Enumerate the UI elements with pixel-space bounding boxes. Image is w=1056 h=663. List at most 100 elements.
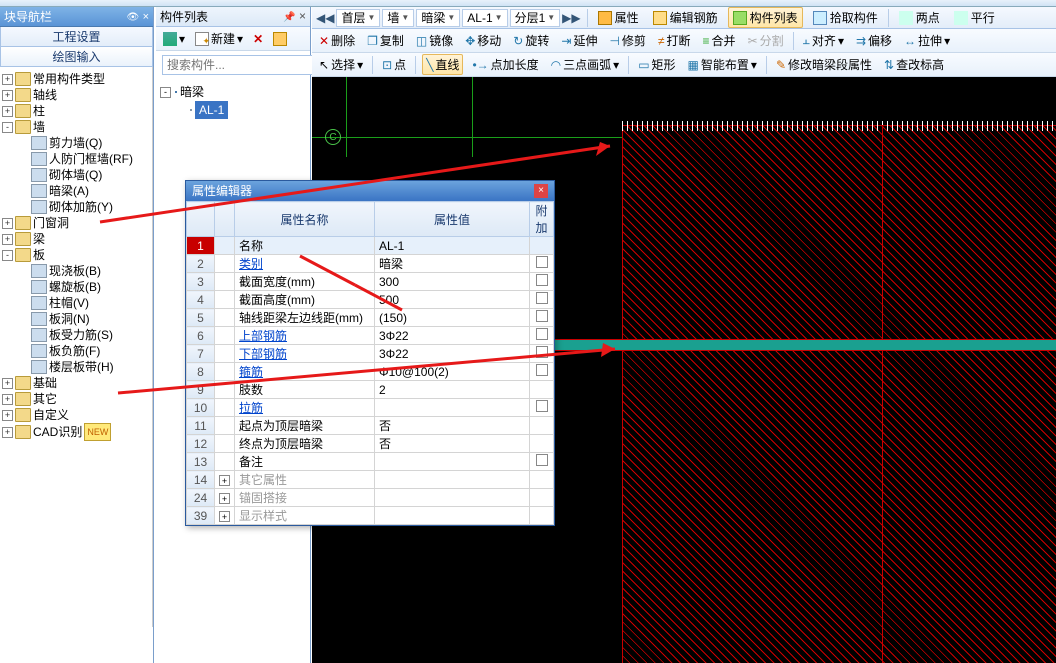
property-row[interactable]: 39+显示样式	[187, 507, 554, 525]
tree-item[interactable]: 人防门框墙(RF)	[0, 151, 152, 167]
close-nav-icon[interactable]: ×	[143, 11, 149, 23]
property-checkbox-cell[interactable]	[530, 381, 554, 399]
property-checkbox-cell[interactable]	[530, 255, 554, 273]
new-button[interactable]: ✦ 新建 ▾	[192, 29, 246, 48]
tree-item[interactable]: 楼层板带(H)	[0, 359, 152, 375]
property-value[interactable]	[375, 453, 530, 471]
expand-icon[interactable]: -	[160, 87, 171, 98]
tab-draw-input[interactable]: 绘图输入	[0, 47, 153, 67]
property-checkbox-cell[interactable]	[530, 309, 554, 327]
rect-button[interactable]: ▭矩形	[635, 55, 678, 74]
property-checkbox-cell[interactable]	[530, 489, 554, 507]
property-row[interactable]: 8箍筋Φ10@100(2)	[187, 363, 554, 381]
copy-button[interactable]: ❐复制	[364, 31, 407, 50]
property-checkbox-cell[interactable]	[530, 291, 554, 309]
expand-icon[interactable]: +	[2, 394, 13, 405]
expand-icon[interactable]: -	[2, 250, 13, 261]
tree-folder[interactable]: +门窗洞	[0, 215, 152, 231]
property-checkbox-cell[interactable]	[530, 507, 554, 525]
property-name[interactable]: 下部钢筋	[235, 345, 375, 363]
property-value[interactable]: Φ10@100(2)	[375, 363, 530, 381]
edit-rebar-button[interactable]: 编辑钢筋	[649, 8, 722, 27]
expand-icon[interactable]: +	[2, 74, 13, 85]
property-checkbox-cell[interactable]	[530, 363, 554, 381]
crumb-layer[interactable]: 分层1▼	[510, 9, 561, 27]
offset-button[interactable]: ⇉偏移	[853, 31, 895, 50]
property-checkbox-cell[interactable]	[530, 273, 554, 291]
check-elevation-button[interactable]: ⇅查改标高	[881, 55, 947, 74]
property-value[interactable]: 2	[375, 381, 530, 399]
break-button[interactable]: ≠打断	[655, 31, 694, 50]
align-button[interactable]: ⫠对齐 ▾	[800, 31, 847, 50]
property-value[interactable]: (150)	[375, 309, 530, 327]
mirror-button[interactable]: ◫镜像	[413, 31, 456, 50]
tree-item[interactable]: 砌体加筋(Y)	[0, 199, 152, 215]
tree-folder[interactable]: -墙	[0, 119, 152, 135]
crumb-floor[interactable]: 首层▼	[336, 9, 380, 27]
property-row[interactable]: 24+锚固搭接	[187, 489, 554, 507]
property-row[interactable]: 10拉筋	[187, 399, 554, 417]
property-row[interactable]: 6上部钢筋3Φ22	[187, 327, 554, 345]
property-checkbox-cell[interactable]	[530, 453, 554, 471]
stretch-button[interactable]: ↔拉伸 ▾	[901, 31, 953, 50]
pin-icon[interactable]: 👁	[127, 12, 140, 23]
property-name[interactable]: 类别	[235, 255, 375, 273]
property-value[interactable]: 否	[375, 435, 530, 453]
tree-folder[interactable]: +柱	[0, 103, 152, 119]
property-checkbox-cell[interactable]	[530, 237, 554, 255]
tree-folder[interactable]: +基础	[0, 375, 152, 391]
expand-icon[interactable]: +	[2, 234, 13, 245]
properties-button[interactable]: 属性	[594, 8, 643, 27]
crumb-category[interactable]: 墙▼	[382, 9, 414, 27]
property-value[interactable]: 暗梁	[375, 255, 530, 273]
nav-first-icon[interactable]: ◀◀	[316, 11, 334, 25]
tab-project-settings[interactable]: 工程设置	[0, 27, 153, 47]
property-row[interactable]: 14+其它属性	[187, 471, 554, 489]
property-checkbox-cell[interactable]	[530, 417, 554, 435]
modify-segment-button[interactable]: ✎修改暗梁段属性	[773, 55, 875, 74]
tree-folder[interactable]: +梁	[0, 231, 152, 247]
comp-root-node[interactable]: - 暗梁	[160, 83, 306, 101]
tree-item[interactable]: 剪力墙(Q)	[0, 135, 152, 151]
beam-element[interactable]	[552, 339, 1056, 351]
crumb-type[interactable]: 暗梁▼	[416, 9, 460, 27]
expand-icon[interactable]: +	[2, 378, 13, 389]
property-value[interactable]: 500	[375, 291, 530, 309]
delete-button[interactable]: ✕删除	[316, 31, 358, 50]
property-row[interactable]: 3截面宽度(mm)300	[187, 273, 554, 291]
expand-icon[interactable]: -	[2, 122, 13, 133]
property-value[interactable]: 3Φ22	[375, 327, 530, 345]
smart-layout-button[interactable]: ▦智能布置 ▾	[685, 55, 760, 74]
delete-icon[interactable]: ✕	[250, 31, 266, 47]
tree-item[interactable]: 板洞(N)	[0, 311, 152, 327]
tree-item[interactable]: 板受力筋(S)	[0, 327, 152, 343]
property-row[interactable]: 5轴线距梁左边线距(mm)(150)	[187, 309, 554, 327]
crumb-component[interactable]: AL-1▼	[462, 9, 507, 27]
tree-item[interactable]: 暗梁(A)	[0, 183, 152, 199]
expand-icon[interactable]: +	[2, 218, 13, 229]
merge-button[interactable]: ≡合并	[700, 31, 739, 50]
property-value[interactable]	[375, 507, 530, 525]
prop-titlebar[interactable]: 属性编辑器 ×	[186, 181, 554, 201]
expand-icon[interactable]: +	[2, 427, 13, 438]
pin-icon[interactable]: 📌	[283, 12, 295, 23]
property-row[interactable]: 4截面高度(mm)500	[187, 291, 554, 309]
property-checkbox-cell[interactable]	[530, 399, 554, 417]
move-button[interactable]: ✥移动	[462, 31, 504, 50]
property-value[interactable]: 否	[375, 417, 530, 435]
tree-folder[interactable]: +常用构件类型	[0, 71, 152, 87]
select-button[interactable]: ↖选择 ▾	[316, 55, 366, 74]
property-value[interactable]: 300	[375, 273, 530, 291]
nav-last-icon[interactable]: ▶▶	[562, 11, 580, 25]
expand-icon[interactable]: +	[2, 410, 13, 421]
property-value[interactable]	[375, 489, 530, 507]
tree-folder[interactable]: +轴线	[0, 87, 152, 103]
expand-icon[interactable]: +	[2, 90, 13, 101]
copy-icon[interactable]	[270, 31, 290, 47]
tree-folder[interactable]: -板	[0, 247, 152, 263]
extend-button[interactable]: ⇥延伸	[558, 31, 600, 50]
property-value[interactable]	[375, 471, 530, 489]
expand-icon[interactable]: +	[2, 106, 13, 117]
close-comp-icon[interactable]: ×	[299, 9, 306, 23]
property-checkbox-cell[interactable]	[530, 327, 554, 345]
